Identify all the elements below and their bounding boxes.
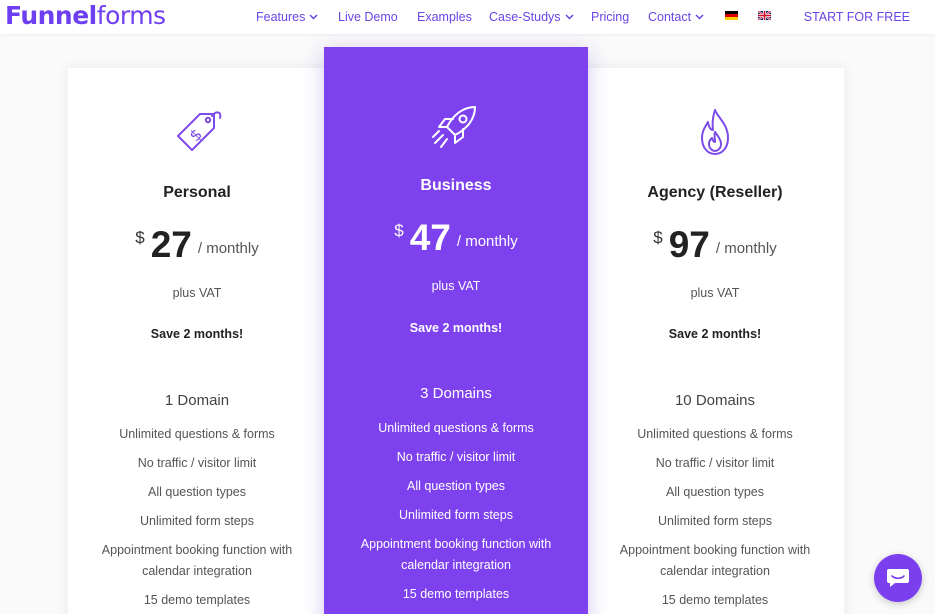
vat-note: plus VAT <box>172 286 222 300</box>
plan-name: Personal <box>163 184 231 201</box>
plan-card-agency: Agency (Reseller) $ 97 / monthly plus VA… <box>586 68 844 614</box>
price-period: / monthly <box>197 240 259 257</box>
svg-text:$: $ <box>185 125 206 146</box>
uk-flag-icon[interactable] <box>758 11 771 20</box>
plan-card-personal: $ Personal $ 27 / monthly plus VAT Save … <box>68 68 326 614</box>
funnelforms-logo[interactable]: Funnelforms <box>5 1 166 31</box>
currency-symbol: $ <box>135 228 145 247</box>
feature-item: Appointment booking function with calend… <box>360 537 552 572</box>
feature-list: Unlimited questions & forms No traffic /… <box>346 418 566 613</box>
feature-item: 15 demo templates <box>661 593 769 607</box>
chevron-down-icon <box>309 14 318 20</box>
feature-item: Unlimited questions & forms <box>637 427 793 441</box>
price-amount: 27 <box>150 224 192 265</box>
save-note: Save 2 months! <box>150 327 244 341</box>
feature-item: Unlimited form steps <box>140 514 254 528</box>
chat-bubble-icon <box>887 569 909 587</box>
feature-item: Unlimited form steps <box>658 514 772 528</box>
domain-count: 1 Domain <box>164 392 230 409</box>
price-period: / monthly <box>715 240 777 257</box>
price: $ 97 / monthly <box>586 226 844 264</box>
currency-symbol: $ <box>653 228 663 247</box>
feature-item: All question types <box>666 485 764 499</box>
save-note: Save 2 months! <box>668 327 762 341</box>
plan-name: Agency (Reseller) <box>647 184 783 201</box>
feature-item: Appointment booking function with calend… <box>619 543 811 578</box>
price-tag-icon: $ <box>177 111 222 151</box>
nav-case-studys[interactable]: Case-Studys <box>489 9 574 25</box>
feature-item: No traffic / visitor limit <box>655 456 775 470</box>
chat-button[interactable] <box>874 554 922 602</box>
feature-item: All question types <box>148 485 246 499</box>
price-amount: 47 <box>409 217 451 258</box>
price-period: / monthly <box>456 233 518 250</box>
rocket-icon <box>432 106 476 148</box>
nav-contact[interactable]: Contact <box>648 9 704 25</box>
feature-item: No traffic / visitor limit <box>137 456 257 470</box>
nav-features[interactable]: Features <box>256 9 318 25</box>
vat-note: plus VAT <box>690 286 740 300</box>
save-note: Save 2 months! <box>409 321 503 335</box>
plan-name: Business <box>420 177 492 194</box>
feature-item: Appointment booking function with calend… <box>101 543 293 578</box>
chevron-down-icon <box>695 14 704 20</box>
nav-pricing[interactable]: Pricing <box>591 9 629 25</box>
feature-list: Unlimited questions & forms No traffic /… <box>608 424 822 614</box>
start-for-free-link[interactable]: START FOR FREE <box>804 9 910 25</box>
currency-symbol: $ <box>394 221 404 240</box>
flame-icon <box>701 109 729 155</box>
feature-item: Unlimited questions & forms <box>119 427 275 441</box>
feature-item: All question types <box>407 479 505 493</box>
price: $ 47 / monthly <box>324 219 588 257</box>
price-amount: 97 <box>668 224 710 265</box>
feature-item: No traffic / visitor limit <box>396 450 516 464</box>
feature-item: Unlimited questions & forms <box>378 421 534 435</box>
feature-item: 15 demo templates <box>402 587 510 601</box>
top-navigation: Funnelforms Features Live Demo Examples … <box>0 0 935 34</box>
nav-live-demo[interactable]: Live Demo <box>338 9 398 25</box>
domain-count: 10 Domains <box>674 392 756 409</box>
domain-count: 3 Domains <box>420 385 492 402</box>
feature-item: Unlimited form steps <box>399 508 513 522</box>
chevron-down-icon <box>565 14 574 20</box>
nav-examples[interactable]: Examples <box>417 9 472 25</box>
vat-note: plus VAT <box>431 279 481 293</box>
price: $ 27 / monthly <box>68 226 326 264</box>
plan-card-business: Business $ 47 / monthly plus VAT Save 2 … <box>324 47 588 614</box>
feature-list: Unlimited questions & forms No traffic /… <box>90 424 304 614</box>
feature-item: 15 demo templates <box>143 593 251 607</box>
german-flag-icon[interactable] <box>725 11 738 20</box>
